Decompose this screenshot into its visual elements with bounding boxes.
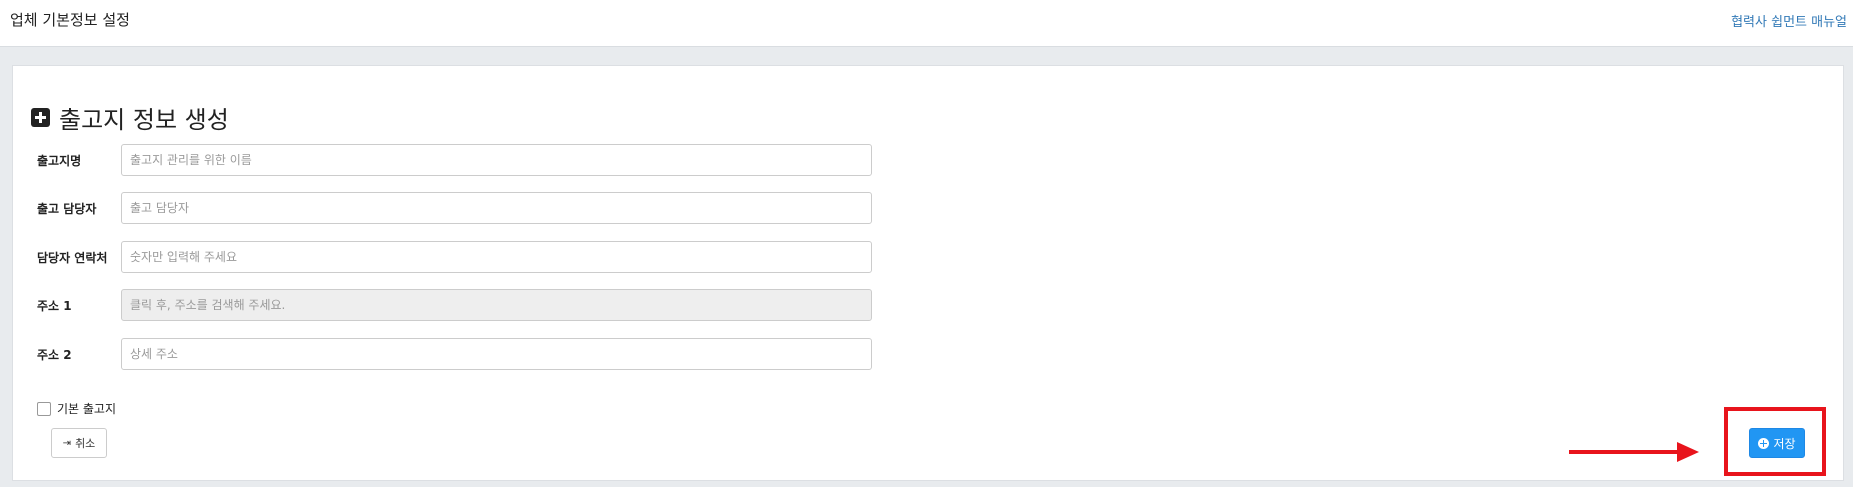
- field-label-manager: 출고 담당자: [37, 202, 97, 216]
- cancel-button[interactable]: ⇥ 취소: [51, 428, 107, 458]
- plus-square-icon: [31, 107, 50, 127]
- default-warehouse-checkbox[interactable]: [37, 401, 51, 416]
- default-warehouse-checkbox-row[interactable]: 기본 출고지: [37, 400, 116, 417]
- page-title: 업체 기본정보 설정: [10, 11, 130, 29]
- field-label-address2: 주소 2: [37, 348, 72, 362]
- section-title-text: 출고지 정보 생성: [59, 105, 229, 134]
- contact-input[interactable]: [121, 241, 872, 273]
- manual-link[interactable]: 협력사 쉽먼트 매뉴얼: [1731, 11, 1847, 30]
- form-panel: 출고지 정보 생성 출고지명 출고 담당자 담당자 연락처 주소 1 주소 2 …: [12, 65, 1844, 481]
- address2-input[interactable]: [121, 338, 872, 370]
- field-label-address1: 주소 1: [37, 299, 72, 313]
- field-label-contact: 담당자 연락처: [37, 251, 108, 265]
- default-warehouse-label: 기본 출고지: [57, 402, 117, 416]
- top-bar: 업체 기본정보 설정 협력사 쉽먼트 매뉴얼: [0, 0, 1853, 47]
- name-input[interactable]: [121, 144, 872, 176]
- save-button-label: 저장: [1773, 436, 1796, 451]
- cancel-button-label: 취소: [75, 437, 96, 450]
- manager-input[interactable]: [121, 192, 872, 224]
- field-label-name: 출고지명: [37, 154, 82, 168]
- annotation-arrow-icon: [1569, 442, 1699, 462]
- save-button[interactable]: 저장: [1749, 428, 1805, 458]
- sign-out-icon: ⇥: [62, 437, 72, 449]
- plus-circle-icon: [1758, 437, 1770, 449]
- section-title: 출고지 정보 생성: [31, 102, 229, 134]
- address1-input[interactable]: [121, 289, 872, 321]
